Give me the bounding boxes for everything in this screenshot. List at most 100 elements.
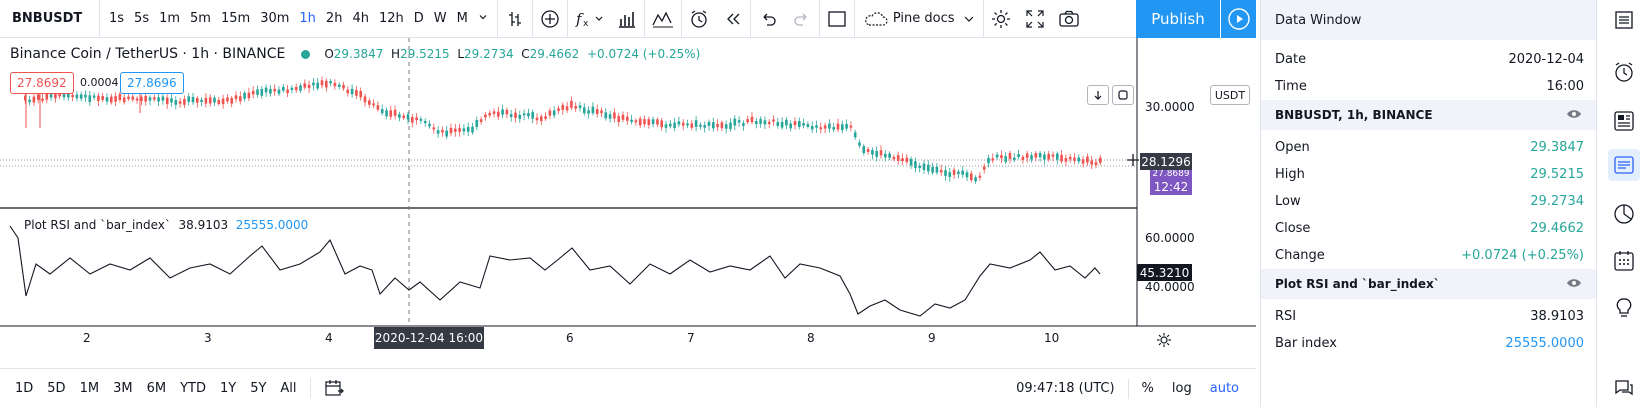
- candle: [544, 116, 547, 119]
- candle: [376, 105, 380, 110]
- alert-icon[interactable]: [682, 0, 716, 38]
- calendar-icon[interactable]: [1608, 245, 1640, 277]
- time-axis-label: 7: [687, 331, 695, 345]
- candle: [84, 94, 87, 98]
- chevron-down-icon: [964, 16, 973, 22]
- symbol-search-button[interactable]: BNBUSDT: [0, 0, 100, 38]
- candle: [1017, 154, 1020, 157]
- candle: [282, 86, 285, 91]
- candle: [118, 93, 122, 101]
- candle: [1013, 157, 1016, 161]
- clock-timezone[interactable]: 09:47:18 (UTC): [1007, 381, 1123, 396]
- settings-gear-icon[interactable]: [984, 0, 1018, 38]
- goto-date-icon[interactable]: [317, 379, 351, 397]
- auto-scale-toggle[interactable]: auto: [1201, 381, 1248, 396]
- dw-row-time: Time 16:00: [1261, 73, 1596, 100]
- interval-1s[interactable]: 1s: [104, 11, 129, 26]
- range-3m[interactable]: 3M: [106, 381, 140, 396]
- interval-30m[interactable]: 30m: [255, 11, 294, 26]
- candle: [256, 89, 259, 95]
- range-6m[interactable]: 6M: [140, 381, 174, 396]
- watchlist-icon[interactable]: [1608, 4, 1640, 36]
- interval-5s[interactable]: 5s: [129, 11, 154, 26]
- currency-button[interactable]: USDT: [1210, 85, 1250, 105]
- candle: [720, 122, 724, 129]
- maximize-pane-icon[interactable]: [1112, 85, 1134, 105]
- candle: [505, 109, 509, 115]
- range-ytd[interactable]: YTD: [173, 381, 213, 396]
- buy-price-button[interactable]: 27.8696: [120, 72, 184, 94]
- top-toolbar: BNBUSDT 1s 5s 1m 5m 15m 30m 1h 2h 4h 12h…: [0, 0, 1256, 38]
- layout-menu[interactable]: Pine docs: [855, 0, 983, 38]
- candle: [290, 87, 294, 90]
- candle: [1025, 153, 1029, 158]
- sell-price-button[interactable]: 27.8692: [10, 72, 74, 94]
- candle: [888, 153, 891, 158]
- range-1m[interactable]: 1M: [73, 381, 107, 396]
- candle: [363, 96, 367, 103]
- candle: [28, 99, 31, 103]
- pie-chart-icon[interactable]: [1608, 198, 1640, 230]
- bar-style-icon[interactable]: [498, 0, 532, 38]
- candle: [600, 110, 603, 114]
- scroll-down-icon[interactable]: [1087, 85, 1109, 105]
- interval-12h[interactable]: 12h: [374, 11, 409, 26]
- indicators-icon[interactable]: fx: [568, 0, 610, 38]
- interval-5m[interactable]: 5m: [185, 11, 216, 26]
- range-1d[interactable]: 1D: [8, 381, 40, 396]
- bottom-divider: [1127, 378, 1129, 399]
- idea-bulb-icon[interactable]: [1608, 292, 1640, 324]
- candle: [1047, 153, 1050, 160]
- eye-icon[interactable]: [1566, 108, 1582, 123]
- news-icon[interactable]: [1608, 105, 1640, 137]
- alert-clock-icon[interactable]: [1608, 56, 1640, 88]
- play-icon[interactable]: [1221, 0, 1256, 38]
- candle: [922, 163, 926, 170]
- dw-value: 29.2734: [1530, 194, 1584, 209]
- percent-scale-toggle[interactable]: %: [1133, 381, 1163, 396]
- interval-dropdown-icon[interactable]: [473, 11, 493, 26]
- candle: [703, 125, 706, 128]
- axis-settings-gear-icon[interactable]: [1156, 332, 1172, 352]
- chat-icon[interactable]: [1608, 372, 1640, 404]
- candle: [630, 119, 633, 122]
- screenshot-camera-icon[interactable]: [1052, 0, 1086, 38]
- candle: [462, 128, 466, 132]
- range-all[interactable]: All: [273, 381, 303, 396]
- interval-m[interactable]: M: [452, 11, 473, 26]
- market-status-icon: [301, 49, 311, 59]
- interval-2h[interactable]: 2h: [321, 11, 348, 26]
- candle: [879, 150, 883, 156]
- compare-add-icon[interactable]: [533, 0, 567, 38]
- replay-icon[interactable]: [716, 0, 750, 38]
- fullscreen-icon[interactable]: [1018, 0, 1052, 38]
- chart-canvas[interactable]: [0, 38, 1256, 368]
- interval-4h[interactable]: 4h: [347, 11, 374, 26]
- redo-icon[interactable]: [785, 0, 819, 38]
- rsi-legend-value: 38.9103: [178, 218, 229, 232]
- interval-w[interactable]: W: [429, 11, 452, 26]
- interval-d[interactable]: D: [409, 11, 429, 26]
- data-window-icon[interactable]: [1608, 149, 1640, 181]
- data-window-panel: Data Window Date 2020-12-04 Time 16:00 BNB…: [1260, 0, 1596, 407]
- candle: [165, 97, 169, 105]
- financials-icon[interactable]: [610, 0, 644, 38]
- chart-pane[interactable]: Binance Coin / TetherUS · 1h · BINANCE O…: [0, 38, 1256, 368]
- log-scale-toggle[interactable]: log: [1163, 381, 1201, 396]
- fullscreen-toggle-icon[interactable]: [820, 0, 854, 38]
- range-1y[interactable]: 1Y: [213, 381, 243, 396]
- eye-icon[interactable]: [1566, 277, 1582, 292]
- publish-button[interactable]: Publish: [1136, 0, 1220, 38]
- templates-icon[interactable]: [645, 0, 681, 38]
- candle: [509, 114, 513, 118]
- candle: [686, 123, 689, 126]
- interval-15m[interactable]: 15m: [216, 11, 255, 26]
- interval-1h[interactable]: 1h: [294, 11, 321, 26]
- undo-icon[interactable]: [751, 0, 785, 38]
- range-5d[interactable]: 5D: [40, 381, 72, 396]
- candle: [776, 122, 780, 126]
- range-5y[interactable]: 5Y: [243, 381, 273, 396]
- candle: [935, 166, 939, 173]
- interval-1m[interactable]: 1m: [154, 11, 185, 26]
- candle: [939, 169, 943, 173]
